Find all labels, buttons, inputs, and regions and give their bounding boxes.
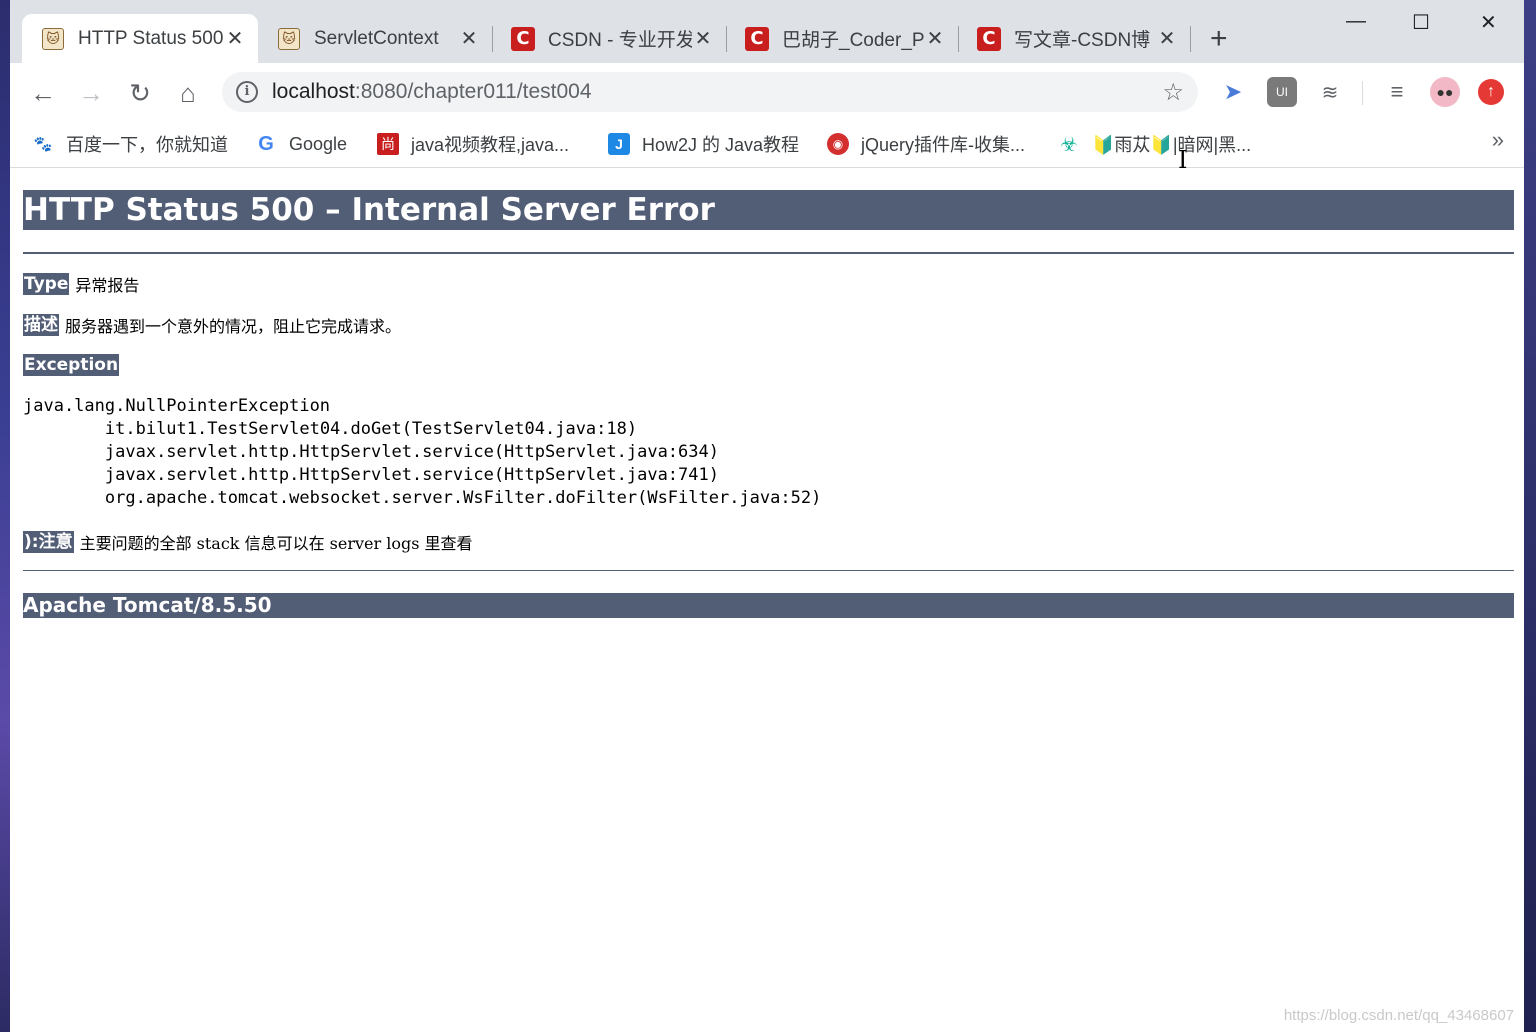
tab-title: HTTP Status 500 <box>78 27 224 49</box>
page-content: HTTP Status 500 – Internal Server Error … <box>10 168 1524 1032</box>
server-footer: Apache Tomcat/8.5.50 <box>23 593 1514 618</box>
tomcat-cat-icon: 🐱 <box>276 26 302 52</box>
bookmark-baidu[interactable]: 🐾 百度一下，你就知道 <box>32 129 228 159</box>
google-g-icon: G <box>258 132 274 155</box>
avatar-glasses-icon[interactable]: ●● <box>1430 77 1460 107</box>
forward-button[interactable]: → <box>73 75 109 111</box>
bookmark-label: jQuery插件库-收集... <box>861 135 1026 155</box>
bookmark-google[interactable]: G Google <box>255 129 347 159</box>
minimize-button[interactable]: — <box>1346 10 1366 33</box>
tomcat-cat-icon: 🐱 <box>40 26 66 52</box>
exception-label: Exception <box>23 354 120 376</box>
description-label: 描述 <box>23 314 59 336</box>
description-row: 描述 服务器遇到一个意外的情况，阻止它完成请求。 <box>23 313 401 337</box>
bookmark-label: 🔰雨苁🔰|暗网|黑... <box>1092 135 1252 155</box>
how2j-icon: J <box>608 133 630 155</box>
maximize-button[interactable]: ☐ <box>1412 10 1430 35</box>
csdn-icon: C <box>510 26 536 52</box>
browser-window: 🐱 HTTP Status 500 ✕ 🐱 ServletContext ✕ C… <box>10 0 1524 1032</box>
biohazard-icon: ☣ <box>1060 133 1078 156</box>
stack-trace: java.lang.NullPointerException it.bilut1… <box>23 396 822 508</box>
bookmarks-bar: 🐾 百度一下，你就知道 G Google 尚 java视频教程,java... … <box>10 121 1524 168</box>
bookmark-label: java视频教程,java... <box>411 135 570 155</box>
tab-csdn[interactable]: C CSDN - 专业开发 ✕ <box>492 14 726 63</box>
text-cursor-icon: I <box>1178 146 1188 174</box>
reload-button[interactable]: ↻ <box>122 75 158 111</box>
layers-extension-icon[interactable]: ≋ <box>1315 77 1345 107</box>
watermark: https://blog.csdn.net/qq_43468607 <box>1283 1007 1514 1024</box>
tab-bahuzi[interactable]: C 巴胡子_Coder_P ✕ <box>726 14 958 63</box>
tab-title: 写文章-CSDN博 <box>1014 30 1151 51</box>
csdn-icon: C <box>744 26 770 52</box>
bookmark-java-video[interactable]: 尚 java视频教程,java... <box>377 129 569 159</box>
shang-icon: 尚 <box>377 133 399 155</box>
url-path: :8080/chapter011/test004 <box>354 80 592 103</box>
note-row: ):注意 主要问题的全部 stack 信息可以在 server logs 里查看 <box>23 530 473 554</box>
tab-servletcontext[interactable]: 🐱 ServletContext ✕ <box>258 14 492 63</box>
bookmark-star-icon[interactable]: ☆ <box>1162 78 1184 107</box>
url-host: localhost <box>272 80 355 103</box>
bookmark-label: Google <box>289 133 348 154</box>
csdn-icon: C <box>976 26 1002 52</box>
page-title: HTTP Status 500 – Internal Server Error <box>23 190 1514 230</box>
bird-extension-icon[interactable]: ➤ <box>1218 77 1248 107</box>
tab-write-article[interactable]: C 写文章-CSDN博 ✕ <box>958 14 1190 63</box>
marmo-ui-extension-icon[interactable]: UI <box>1267 77 1297 107</box>
type-label: Type <box>23 273 70 295</box>
address-bar[interactable]: i localhost:8080/chapter011/test004 ☆ <box>222 72 1198 112</box>
divider <box>23 252 1514 254</box>
baidu-paw-icon: 🐾 <box>33 136 53 153</box>
bookmark-how2j[interactable]: J How2J 的 Java教程 <box>608 129 799 159</box>
type-row: Type 异常报告 <box>23 272 139 296</box>
jquery-lib-icon: ◉ <box>827 133 849 155</box>
info-icon[interactable]: i <box>236 81 258 103</box>
update-arrow-icon[interactable]: ↑ <box>1478 79 1504 105</box>
bookmark-label: How2J 的 Java教程 <box>642 135 800 155</box>
tab-title: 巴胡子_Coder_P <box>782 30 924 51</box>
type-value: 异常报告 <box>75 276 140 295</box>
divider <box>23 570 1514 571</box>
close-icon[interactable]: ✕ <box>224 26 246 51</box>
browser-toolbar: ← → ↻ ⌂ i localhost:8080/chapter011/test… <box>10 63 1524 121</box>
tab-title: ServletContext <box>314 27 439 49</box>
note-value: 主要问题的全部 stack 信息可以在 server logs 里查看 <box>79 534 473 553</box>
bookmark-yucong[interactable]: ☣ 🔰雨苁🔰|暗网|黑... <box>1058 129 1251 159</box>
bookmarks-overflow-button[interactable]: » <box>1492 127 1504 153</box>
media-playlist-icon[interactable]: ≡ <box>1382 77 1412 107</box>
close-icon[interactable]: ✕ <box>692 26 714 51</box>
new-tab-button[interactable]: + <box>1210 24 1228 54</box>
description-value: 服务器遇到一个意外的情况，阻止它完成请求。 <box>65 317 402 336</box>
exception-row: Exception <box>23 354 125 376</box>
note-label: ):注意 <box>23 531 74 553</box>
close-icon[interactable]: ✕ <box>458 26 480 51</box>
tab-separator <box>1190 26 1191 52</box>
back-button[interactable]: ← <box>25 75 61 111</box>
desktop-background <box>1524 0 1536 1032</box>
close-icon[interactable]: ✕ <box>1156 26 1178 51</box>
home-button[interactable]: ⌂ <box>170 75 206 111</box>
bookmark-label: 百度一下，你就知道 <box>66 135 228 155</box>
tab-strip: 🐱 HTTP Status 500 ✕ 🐱 ServletContext ✕ C… <box>10 0 1524 63</box>
close-window-button[interactable]: ✕ <box>1480 10 1497 35</box>
toolbar-divider <box>1362 81 1363 105</box>
tab-http-status[interactable]: 🐱 HTTP Status 500 ✕ <box>22 14 258 63</box>
url-text[interactable]: localhost:8080/chapter011/test004 <box>272 80 592 104</box>
bookmark-jquery[interactable]: ◉ jQuery插件库-收集... <box>827 129 1025 159</box>
tab-title: CSDN - 专业开发 <box>548 30 692 51</box>
close-icon[interactable]: ✕ <box>924 26 946 51</box>
